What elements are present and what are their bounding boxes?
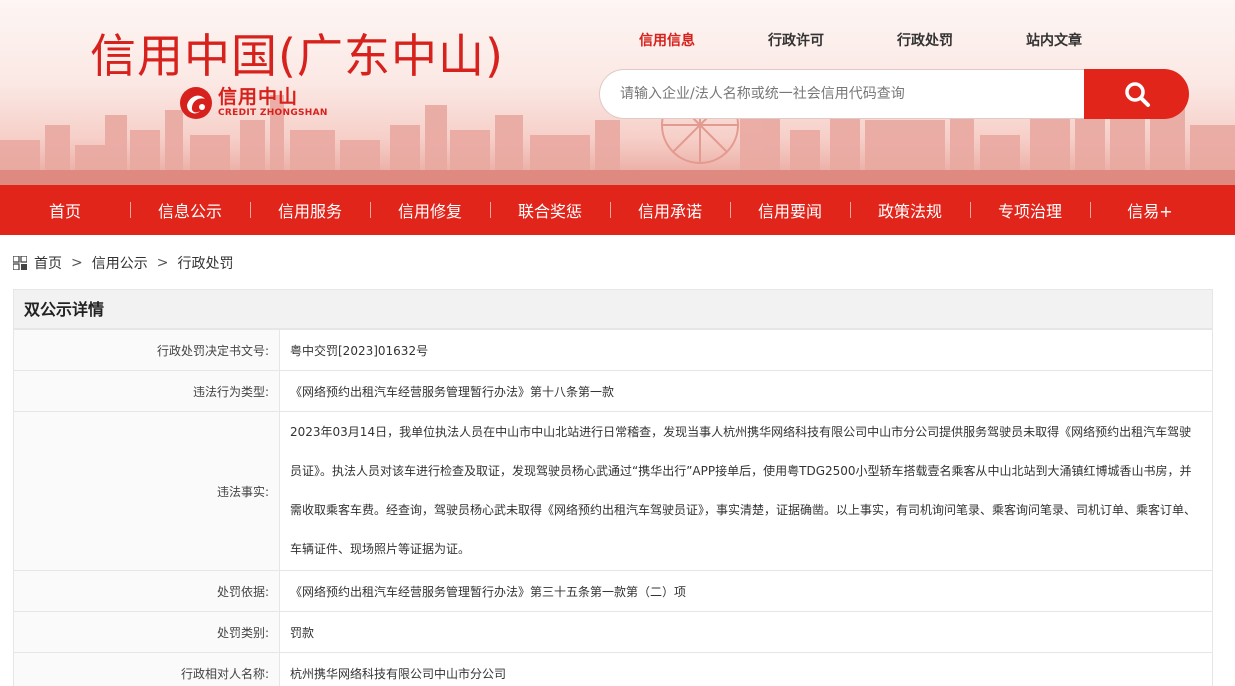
row-value: 粤中交罚[2023]01632号 (279, 329, 1213, 371)
search-button[interactable] (1084, 69, 1189, 119)
row-value: 杭州携华网络科技有限公司中山市分公司 (279, 652, 1213, 686)
nav-item-special-governance[interactable]: 专项治理 (970, 198, 1090, 222)
nav-item-joint-reward-punish[interactable]: 联合奖惩 (490, 198, 610, 222)
top-link-credit-info[interactable]: 信用信息 (625, 30, 709, 56)
table-row: 行政相对人名称: 杭州携华网络科技有限公司中山市分公司 (13, 652, 1213, 686)
breadcrumb-home[interactable]: 首页 (34, 253, 62, 273)
row-label: 违法事实: (13, 411, 280, 571)
table-row: 处罚类别: 罚款 (13, 611, 1213, 653)
search-icon (1124, 82, 1150, 107)
row-label: 违法行为类型: (13, 370, 280, 412)
grid-menu-icon (13, 256, 27, 270)
nav-item-credit-service[interactable]: 信用服务 (250, 198, 370, 222)
breadcrumb: 首页 > 信用公示 > 行政处罚 (13, 253, 233, 273)
logo-chinese-text: 信用中山 (218, 86, 299, 108)
row-value: 《网络预约出租汽车经营服务管理暂行办法》第十八条第一款 (279, 370, 1213, 412)
top-link-site-articles[interactable]: 站内文章 (1012, 30, 1096, 56)
table-row: 违法事实: 2023年03月14日，我单位执法人员在中山市中山北站进行日常稽查，… (13, 411, 1213, 571)
site-logo[interactable]: 信用中山 CREDIT ZHONGSHAN (178, 85, 328, 121)
nav-item-xinyi-plus[interactable]: 信易+ (1090, 198, 1210, 222)
breadcrumb-credit-disclosure[interactable]: 信用公示 (92, 253, 148, 273)
nav-item-credit-repair[interactable]: 信用修复 (370, 198, 490, 222)
top-link-admin-license[interactable]: 行政许可 (754, 30, 838, 56)
nav-item-credit-commitment[interactable]: 信用承诺 (610, 198, 730, 222)
panel-title: 双公示详情 (13, 289, 1213, 329)
table-row: 违法行为类型: 《网络预约出租汽车经营服务管理暂行办法》第十八条第一款 (13, 370, 1213, 412)
row-label: 行政处罚决定书文号: (13, 329, 280, 371)
main-nav: 首页 信息公示 信用服务 信用修复 联合奖惩 信用承诺 信用要闻 政策法规 专项… (0, 185, 1235, 235)
nav-item-policies[interactable]: 政策法规 (850, 198, 970, 222)
row-value: 罚款 (279, 611, 1213, 653)
row-label: 处罚类别: (13, 611, 280, 653)
row-label: 处罚依据: (13, 570, 280, 612)
row-value: 《网络预约出租汽车经营服务管理暂行办法》第三十五条第一款第（二）项 (279, 570, 1213, 612)
detail-table: 行政处罚决定书文号: 粤中交罚[2023]01632号 违法行为类型: 《网络预… (13, 329, 1213, 686)
row-label: 行政相对人名称: (13, 652, 280, 686)
search-input[interactable] (599, 69, 1084, 119)
breadcrumb-separator-icon: > (71, 255, 83, 271)
nav-item-credit-news[interactable]: 信用要闻 (730, 198, 850, 222)
breadcrumb-current: 行政处罚 (177, 256, 234, 272)
table-row: 行政处罚决定书文号: 粤中交罚[2023]01632号 (13, 329, 1213, 371)
table-row: 处罚依据: 《网络预约出租汽车经营服务管理暂行办法》第三十五条第一款第（二）项 (13, 570, 1213, 612)
detail-panel: 双公示详情 行政处罚决定书文号: 粤中交罚[2023]01632号 违法行为类型… (13, 289, 1213, 686)
top-links: 信用信息 行政许可 行政处罚 站内文章 (625, 30, 1141, 56)
breadcrumb-separator-icon: > (156, 255, 169, 271)
top-link-admin-penalty[interactable]: 行政处罚 (883, 30, 967, 56)
nav-item-info-disclosure[interactable]: 信息公示 (130, 198, 250, 222)
row-value: 2023年03月14日，我单位执法人员在中山市中山北站进行日常稽查，发现当事人杭… (279, 411, 1213, 571)
header-banner: 信用中国(广东中山) 信用中山 CREDIT ZHONGSHAN 信用信息 行政… (0, 0, 1235, 185)
credit-zhongshan-logo-icon (180, 87, 212, 119)
logo-english-text: CREDIT ZHONGSHAN (218, 108, 328, 118)
site-title: 信用中国(广东中山) (90, 29, 504, 83)
search-bar (599, 69, 1189, 119)
nav-item-home[interactable]: 首页 (0, 198, 130, 222)
